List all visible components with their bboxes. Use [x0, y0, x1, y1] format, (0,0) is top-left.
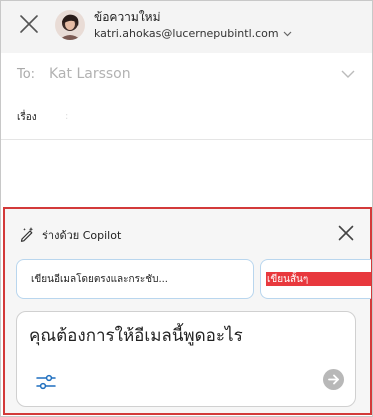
send-button[interactable]	[323, 369, 344, 390]
sliders-icon[interactable]	[36, 373, 56, 391]
avatar	[55, 10, 85, 40]
close-icon[interactable]	[18, 13, 40, 35]
recipient-name[interactable]: Kat Larsson	[49, 66, 131, 82]
compose-title: ข้อความใหม่	[94, 10, 161, 24]
from-address: katri.ahokas@lucernepubintl.com	[94, 27, 279, 40]
from-account-selector[interactable]: katri.ahokas@lucernepubintl.com	[94, 27, 292, 40]
prompt-input[interactable]: คุณต้องการให้อีเมลนี้พูดอะไร	[29, 322, 243, 349]
compose-window: ข้อความใหม่ katri.ahokas@lucernepubintl.…	[0, 0, 373, 417]
to-field[interactable]: To: Kat Larsson	[1, 53, 372, 98]
subject-caret: :	[65, 111, 69, 122]
pen-sparkle-icon	[20, 227, 34, 242]
chevron-down-icon	[283, 31, 292, 36]
subject-label: เรื่อง	[17, 112, 37, 123]
compose-header: ข้อความใหม่ katri.ahokas@lucernepubintl.…	[1, 1, 372, 54]
suggestion-chip[interactable]: เขียนสั้นๆ	[260, 259, 371, 299]
suggestion-chip-label: เขียนสั้นๆ	[267, 274, 309, 285]
to-label: To:	[17, 67, 36, 82]
suggestion-chip[interactable]: เขียนอีเมลโดยตรงและกระชับ...	[16, 259, 254, 299]
arrow-right-icon	[328, 374, 339, 385]
suggestion-chip-label: เขียนอีเมลโดยตรงและกระชับ...	[31, 274, 168, 285]
subject-field[interactable]: เรื่อง :	[1, 97, 372, 140]
chevron-down-icon[interactable]	[341, 70, 355, 79]
copilot-prompt-box[interactable]: คุณต้องการให้อีเมลนี้พูดอะไร	[16, 311, 356, 407]
close-icon[interactable]	[338, 225, 354, 241]
copilot-draft-panel: ร่างด้วย Copilot เขียนอีเมลโดยตรงและกระช…	[3, 207, 372, 415]
copilot-title: ร่างด้วย Copilot	[42, 229, 122, 242]
